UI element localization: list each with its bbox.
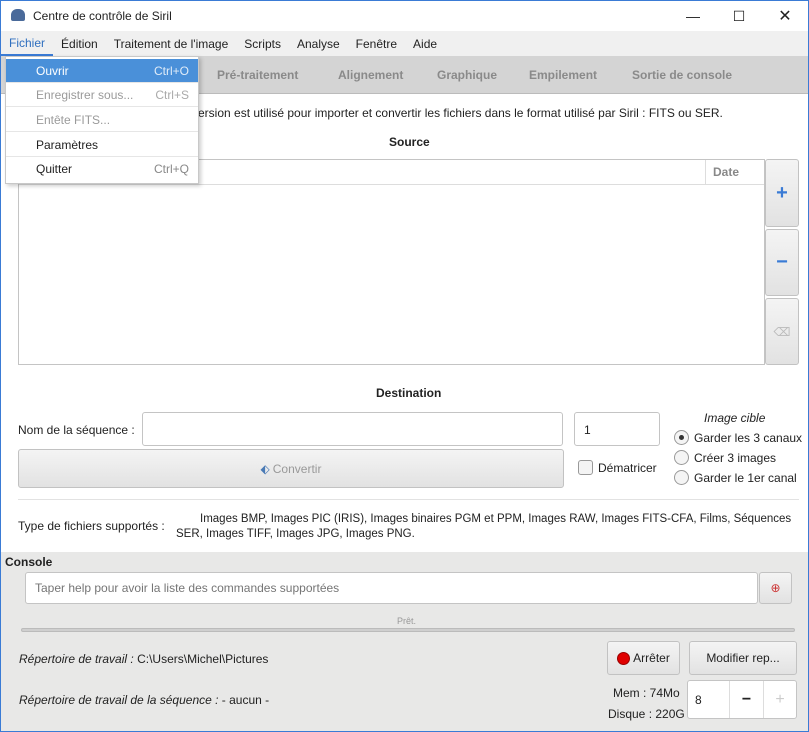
seqdir-label: Répertoire de travail de la séquence : bbox=[19, 693, 219, 707]
tab-graphique[interactable]: Graphique bbox=[437, 68, 497, 82]
seqdir-value: - aucun - bbox=[218, 693, 270, 707]
status-text: Prêt. bbox=[397, 616, 417, 626]
menu-aide[interactable]: Aide bbox=[405, 37, 445, 51]
siril-logo-icon bbox=[11, 9, 25, 21]
disk-text: Disque : 220G bbox=[608, 707, 685, 721]
threads-spinner[interactable]: 8 − + bbox=[687, 680, 797, 719]
modify-workdir-button[interactable]: Modifier rep... bbox=[689, 641, 797, 675]
menu-fenetre[interactable]: Fenêtre bbox=[348, 37, 405, 51]
menu-item-parametres[interactable]: Paramètres bbox=[6, 133, 198, 157]
convert-icon: ⬖ bbox=[260, 461, 270, 476]
radio-keep-1st-channel[interactable] bbox=[674, 470, 689, 485]
add-files-button[interactable]: + bbox=[765, 159, 799, 227]
title-bar: Centre de contrôle de Siril — ☐ ✕ bbox=[1, 1, 808, 31]
workdir-value: C:\Users\Michel\Pictures bbox=[133, 652, 269, 666]
supported-types-line1: Images BMP, Images PIC (IRIS), Images bi… bbox=[200, 513, 792, 525]
supported-types-line2: SER, Images TIFF, Images JPG, Images PNG… bbox=[176, 528, 415, 540]
destination-title: Destination bbox=[376, 386, 442, 400]
source-file-list[interactable]: Date bbox=[18, 159, 765, 365]
debayer-label: Dématricer bbox=[598, 461, 657, 475]
start-index-input[interactable]: 1 bbox=[574, 412, 660, 446]
threads-value[interactable]: 8 bbox=[695, 693, 702, 707]
tab-alignement[interactable]: Alignement bbox=[338, 68, 403, 82]
tab-empilement[interactable]: Empilement bbox=[529, 68, 597, 82]
file-menu-dropdown: Ouvrir Ctrl+O Enregistrer sous... Ctrl+S E… bbox=[5, 56, 199, 184]
radio-create-3-images[interactable] bbox=[674, 450, 689, 465]
target-image-title: Image cible bbox=[704, 411, 766, 425]
seqdir-text: Répertoire de travail de la séquence : -… bbox=[19, 693, 269, 707]
radio-label: Garder le 1er canal bbox=[694, 471, 797, 485]
sequence-name-input[interactable] bbox=[142, 412, 563, 446]
convert-button[interactable]: ⬖ Convertir bbox=[18, 449, 564, 488]
clear-list-button[interactable]: ⌫ bbox=[765, 298, 799, 365]
maximize-button[interactable]: ☐ bbox=[716, 1, 762, 31]
close-button[interactable]: ✕ bbox=[762, 1, 808, 31]
menu-item-ouvrir[interactable]: Ouvrir Ctrl+O bbox=[6, 59, 198, 83]
tab-sortie-console[interactable]: Sortie de console bbox=[632, 68, 732, 82]
workdir-text: Répertoire de travail : C:\Users\Michel\… bbox=[19, 652, 268, 666]
remove-file-button[interactable]: − bbox=[765, 229, 799, 296]
increment-button[interactable]: + bbox=[763, 681, 796, 718]
source-title: Source bbox=[389, 135, 430, 149]
supported-types-label: Type de fichiers supportés : bbox=[18, 519, 165, 533]
stop-icon bbox=[617, 651, 631, 665]
menu-bar: Fichier Édition Traitement de l'image Sc… bbox=[1, 31, 808, 56]
radio-label: Garder les 3 canaux bbox=[694, 431, 803, 445]
siril-window: Centre de contrôle de Siril — ☐ ✕ Fichie… bbox=[0, 0, 809, 732]
minus-icon: − bbox=[776, 251, 788, 273]
console-help-button[interactable]: ⊕ bbox=[759, 572, 792, 604]
menu-item-entete-fits[interactable]: Entête FITS... bbox=[6, 108, 198, 132]
description-text: ersion est utilisé pour importer et conv… bbox=[198, 106, 723, 120]
date-column-header[interactable]: Date bbox=[713, 165, 739, 179]
debayer-checkbox[interactable] bbox=[578, 460, 593, 475]
menu-item-enregistrer-sous[interactable]: Enregistrer sous... Ctrl+S bbox=[6, 83, 198, 107]
memory-text: Mem : 74Mo bbox=[613, 686, 680, 700]
window-title: Centre de contrôle de Siril bbox=[33, 9, 172, 23]
stop-button[interactable]: Arrêter bbox=[607, 641, 680, 675]
radio-label: Créer 3 images bbox=[694, 451, 777, 465]
divider bbox=[18, 499, 799, 500]
backspace-icon: ⌫ bbox=[773, 324, 791, 339]
menu-edition[interactable]: Édition bbox=[53, 37, 106, 51]
progress-bar bbox=[21, 628, 795, 632]
workdir-label: Répertoire de travail : bbox=[19, 652, 134, 666]
menu-fichier[interactable]: Fichier bbox=[1, 31, 54, 56]
sequence-name-label: Nom de la séquence : bbox=[18, 423, 135, 437]
tab-pretraitement[interactable]: Pré-traitement bbox=[217, 68, 298, 82]
decrement-button[interactable]: − bbox=[729, 681, 763, 718]
radio-keep-3-channels[interactable] bbox=[674, 430, 689, 445]
menu-scripts[interactable]: Scripts bbox=[236, 37, 289, 51]
console-command-input[interactable] bbox=[25, 572, 758, 604]
console-title: Console bbox=[5, 555, 53, 569]
menu-analyse[interactable]: Analyse bbox=[289, 37, 348, 51]
plus-icon: + bbox=[776, 181, 788, 204]
menu-traitement[interactable]: Traitement de l'image bbox=[106, 37, 237, 51]
minimize-button[interactable]: — bbox=[670, 1, 716, 31]
menu-item-quitter[interactable]: Quitter Ctrl+Q bbox=[6, 157, 198, 181]
lifebuoy-icon: ⊕ bbox=[770, 581, 781, 595]
